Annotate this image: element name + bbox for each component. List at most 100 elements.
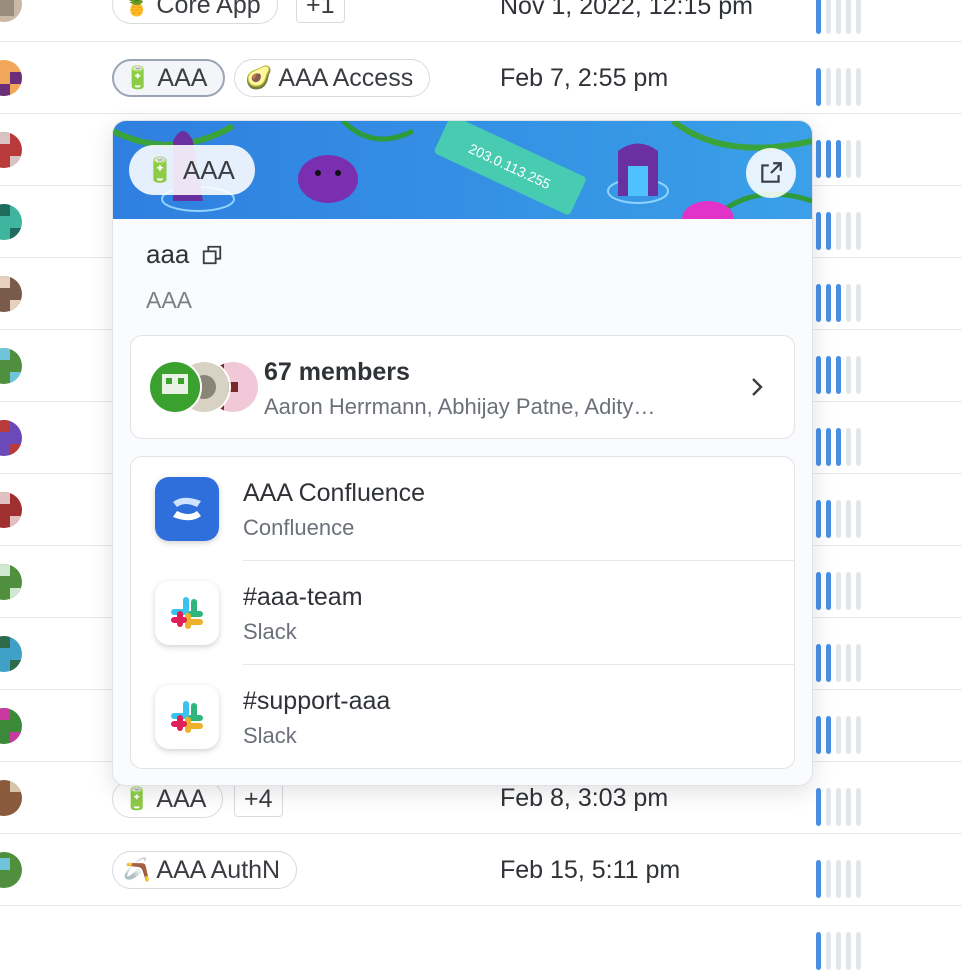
signal-bar bbox=[816, 860, 821, 898]
members-names: Aaron Herrmann, Abhijay Patne, Adity… bbox=[264, 394, 656, 419]
signal-bar bbox=[816, 572, 821, 610]
signal-bar bbox=[836, 0, 841, 34]
signal-bar bbox=[826, 68, 831, 106]
signal-bar bbox=[826, 788, 831, 826]
signal-bar bbox=[846, 0, 851, 34]
team-tag-label: AAA bbox=[156, 784, 207, 813]
team-handle-text: aaa bbox=[146, 239, 190, 269]
member-avatars bbox=[148, 360, 268, 414]
members-count: 67 members bbox=[264, 358, 410, 386]
signal-bar bbox=[816, 788, 821, 826]
signal-strength-indicator bbox=[816, 932, 862, 970]
link-title: #aaa-team bbox=[243, 583, 363, 611]
avatar bbox=[0, 780, 22, 816]
avatar bbox=[0, 132, 22, 168]
avatar bbox=[0, 60, 22, 96]
signal-strength-indicator bbox=[816, 788, 862, 826]
link-item-confluence[interactable]: AAA Confluence Confluence bbox=[131, 457, 794, 561]
date-cell: Nov 1, 2022, 12:15 pm bbox=[500, 0, 753, 20]
signal-bar bbox=[816, 356, 821, 394]
signal-bar bbox=[846, 788, 851, 826]
chevron-right-icon bbox=[752, 378, 763, 396]
avatar bbox=[148, 360, 202, 414]
signal-bar bbox=[856, 0, 861, 34]
more-tags-button[interactable]: +4 bbox=[234, 781, 283, 817]
team-tag-selected[interactable]: 🔋 AAA bbox=[112, 59, 226, 97]
signal-bar bbox=[816, 716, 821, 754]
more-tags-button[interactable]: +1 bbox=[296, 0, 345, 23]
signal-bar bbox=[856, 140, 861, 178]
signal-bar bbox=[836, 932, 841, 970]
signal-bar bbox=[816, 68, 821, 106]
signal-bar bbox=[826, 932, 831, 970]
boomerang-icon: 🪃 bbox=[123, 857, 151, 882]
signal-strength-indicator bbox=[816, 212, 862, 250]
signal-bar bbox=[836, 68, 841, 106]
team-tag[interactable]: 🥑 AAA Access bbox=[234, 59, 431, 97]
date-cell: Feb 15, 5:11 pm bbox=[500, 856, 681, 884]
signal-bar bbox=[816, 500, 821, 538]
signal-bar bbox=[846, 356, 851, 394]
signal-bar bbox=[856, 572, 861, 610]
slack-icon bbox=[155, 685, 219, 749]
copy-icon[interactable] bbox=[201, 244, 223, 266]
signal-bar bbox=[836, 356, 841, 394]
avatar bbox=[0, 492, 22, 528]
signal-bar bbox=[836, 860, 841, 898]
link-item-slack[interactable]: #support-aaa Slack bbox=[131, 665, 794, 769]
signal-bar bbox=[816, 0, 821, 34]
signal-bar bbox=[856, 932, 861, 970]
link-title: #support-aaa bbox=[243, 687, 391, 715]
team-handle: aaa bbox=[146, 239, 223, 270]
signal-bar bbox=[826, 500, 831, 538]
signal-bar bbox=[846, 212, 851, 250]
avatar bbox=[0, 420, 22, 456]
signal-strength-indicator bbox=[816, 500, 862, 538]
signal-bar bbox=[826, 572, 831, 610]
link-title: AAA Confluence bbox=[243, 479, 426, 507]
open-external-button[interactable] bbox=[746, 148, 796, 198]
signal-bar bbox=[826, 0, 831, 34]
signal-bar bbox=[826, 716, 831, 754]
signal-bar bbox=[826, 212, 831, 250]
signal-bar bbox=[846, 140, 851, 178]
avatar bbox=[0, 276, 22, 312]
avatar bbox=[0, 0, 22, 22]
link-item-slack[interactable]: #aaa-team Slack bbox=[131, 561, 794, 665]
signal-bar bbox=[826, 284, 831, 322]
battery-icon: 🔋 bbox=[123, 786, 151, 811]
signal-bar bbox=[836, 428, 841, 466]
battery-icon: 🔋 bbox=[145, 156, 175, 184]
signal-bar bbox=[846, 716, 851, 754]
signal-strength-indicator bbox=[816, 644, 862, 682]
signal-strength-indicator bbox=[816, 68, 862, 106]
battery-icon: 🔋 bbox=[124, 65, 152, 90]
team-tag[interactable]: 🍍 Core App bbox=[112, 0, 278, 24]
members-card[interactable]: 67 members Aaron Herrmann, Abhijay Patne… bbox=[130, 335, 795, 439]
signal-bar bbox=[846, 644, 851, 682]
signal-bar bbox=[816, 932, 821, 970]
signal-bar bbox=[836, 284, 841, 322]
avatar bbox=[0, 708, 22, 744]
signal-bar bbox=[816, 140, 821, 178]
signal-bar bbox=[846, 68, 851, 106]
signal-strength-indicator bbox=[816, 140, 862, 178]
link-service: Confluence bbox=[243, 515, 355, 540]
signal-bar bbox=[856, 788, 861, 826]
signal-bar bbox=[856, 284, 861, 322]
popover-team-tag[interactable]: 🔋 AAA bbox=[129, 145, 255, 195]
signal-bar bbox=[856, 356, 861, 394]
avatar bbox=[0, 204, 22, 240]
signal-strength-indicator bbox=[816, 860, 862, 898]
date-cell: Feb 8, 3:03 pm bbox=[500, 784, 669, 812]
signal-bar bbox=[826, 356, 831, 394]
slack-icon bbox=[155, 581, 219, 645]
signal-bar bbox=[826, 428, 831, 466]
signal-bar bbox=[836, 644, 841, 682]
signal-bar bbox=[816, 284, 821, 322]
confluence-icon bbox=[155, 477, 219, 541]
signal-bar bbox=[836, 788, 841, 826]
team-tag[interactable]: 🪃 AAA AuthN bbox=[112, 851, 298, 889]
signal-bar bbox=[856, 644, 861, 682]
team-popover: 203.0.113.255 🔋 AAA aaa AAA 67 members A… bbox=[112, 120, 813, 786]
